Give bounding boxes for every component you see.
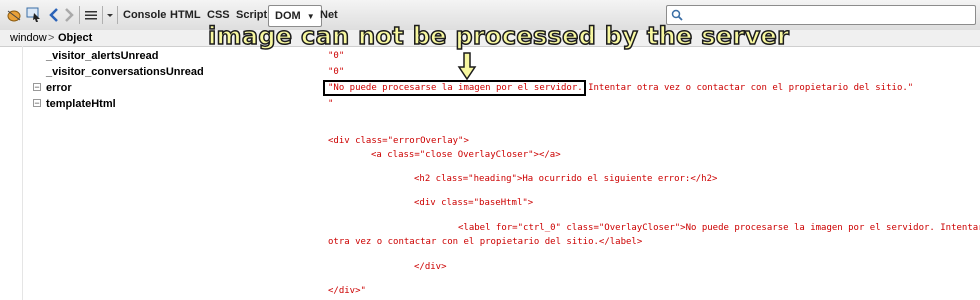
template-line: </div>	[414, 262, 447, 272]
annotation-caption: image can not be processed by the server	[207, 21, 790, 51]
annotation-arrow-icon	[457, 52, 477, 80]
chevron-down-icon[interactable]: ▼	[307, 12, 315, 21]
breadcrumb-object[interactable]: Object	[58, 30, 92, 46]
collapse-icon[interactable]: −	[33, 99, 41, 108]
dom-row[interactable]: _visitor_alertsUnread "0"	[0, 48, 980, 64]
tab-console[interactable]: Console	[123, 6, 166, 24]
template-line: <h2 class="heading">Ha ocurrido el sigui…	[414, 174, 718, 184]
template-line: <label for="ctrl_0" class="OverlayCloser…	[458, 223, 980, 233]
template-line: otra vez o contactar con el propietario …	[328, 237, 643, 247]
inspect-icon[interactable]	[26, 7, 42, 23]
breadcrumb-window[interactable]: window	[10, 30, 47, 46]
highlight-box	[323, 80, 586, 96]
template-line: <a class="close OverlayCloser"></a>	[371, 150, 561, 160]
toolbar-separator	[79, 6, 80, 24]
breadcrumb-separator: >	[48, 32, 55, 44]
toolbar-separator	[117, 6, 118, 24]
dom-property-name: _visitor_alertsUnread	[46, 50, 159, 62]
dom-property-value: "0"	[328, 67, 345, 77]
dropdown-icon[interactable]	[106, 9, 114, 21]
dom-property-value: "	[328, 99, 334, 109]
dom-property-name: error	[46, 82, 72, 94]
dom-property-name: templateHtml	[46, 98, 116, 110]
template-line: <div class="baseHtml">	[414, 198, 534, 208]
back-icon[interactable]	[48, 8, 60, 22]
dom-row[interactable]: _visitor_conversationsUnread "0"	[0, 64, 980, 80]
tab-dom-label: DOM	[275, 10, 301, 22]
firebug-icon[interactable]	[6, 8, 22, 22]
list-icon[interactable]	[84, 8, 98, 22]
toolbar-separator	[102, 6, 103, 24]
search-icon	[671, 9, 683, 21]
dom-property-value: "0"	[328, 51, 345, 61]
dom-row[interactable]: − templateHtml "	[0, 96, 980, 112]
dom-property-name: _visitor_conversationsUnread	[46, 66, 204, 78]
tab-html[interactable]: HTML	[170, 6, 201, 24]
template-line: </div>"	[328, 286, 366, 296]
forward-icon[interactable]	[63, 8, 75, 22]
template-line: <div class="errorOverlay">	[328, 136, 469, 146]
collapse-icon[interactable]: −	[33, 83, 41, 92]
